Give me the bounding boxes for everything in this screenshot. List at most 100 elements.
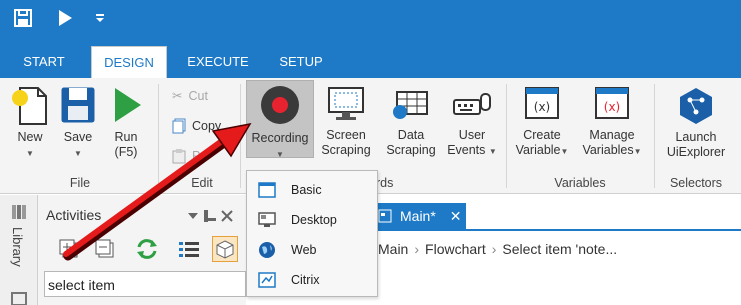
user-events-button[interactable]: User Events ▼	[444, 84, 500, 159]
tab-main-label: Main*	[400, 208, 436, 224]
workflow-icon	[378, 209, 392, 223]
save-label: Save	[63, 130, 93, 144]
monitor-icon	[328, 87, 364, 120]
paste-button[interactable]: Pa	[172, 148, 207, 164]
recording-button[interactable]: Recording ▼	[246, 80, 314, 159]
selectors-group-label: Selectors	[669, 176, 723, 190]
citrix-label: Citrix	[291, 273, 320, 287]
library-tab[interactable]: Library	[10, 227, 25, 267]
tab-main[interactable]: Main* ✕	[378, 203, 466, 229]
ribbon-separator	[654, 84, 655, 188]
save-disk-icon	[61, 87, 95, 123]
close-tab-icon[interactable]: ✕	[450, 208, 462, 225]
basic-label: Basic	[291, 183, 322, 197]
screen-scraping-label-2: Scraping	[321, 143, 371, 157]
save-button[interactable]: Save ▼	[58, 84, 98, 161]
refresh-icon[interactable]	[134, 236, 160, 262]
web-label: Web	[291, 243, 317, 257]
breadcrumb-chevron-icon: ›	[414, 241, 420, 257]
edit-group-label: Edit	[191, 176, 213, 190]
list-view-icon[interactable]	[176, 236, 202, 262]
create-variable-button[interactable]: (x) Create Variable▼	[512, 84, 572, 159]
screen-scraping-label-1: Screen	[326, 128, 366, 142]
new-file-icon	[12, 87, 47, 125]
paste-label: Pa	[192, 149, 208, 163]
file-group-label: File	[69, 176, 91, 190]
recording-dropdown-caret: ▼	[276, 150, 284, 159]
recording-option-web[interactable]: Web	[247, 235, 377, 265]
cut-button[interactable]: ✂ Cut	[172, 88, 208, 104]
create-variable-label-1: Create	[523, 128, 561, 142]
data-scraping-label-2: Scraping	[386, 143, 436, 157]
variables-group-label: Variables	[554, 176, 606, 190]
designer-area: Main* ✕ Main › Flowchart › Select item 'note…	[378, 195, 741, 305]
project-icon[interactable]	[10, 291, 28, 305]
recording-option-desktop[interactable]: Desktop	[247, 205, 377, 235]
save-dropdown-caret: ▼	[74, 149, 82, 158]
left-side-strip: Library	[0, 195, 38, 305]
desktop-label: Desktop	[291, 213, 337, 227]
tab-start[interactable]: START	[10, 46, 78, 78]
panel-controls	[186, 209, 234, 223]
launch-uiexplorer-button[interactable]: Launch UiExplorer	[662, 86, 730, 160]
record-icon	[261, 86, 299, 124]
recording-option-basic[interactable]: Basic	[247, 175, 377, 205]
customize-toolbar-icon[interactable]	[90, 0, 110, 36]
ribbon-separator	[240, 84, 241, 188]
expand-all-icon[interactable]	[56, 236, 82, 262]
tab-design[interactable]: DESIGN	[91, 46, 167, 78]
svg-text:(x): (x)	[604, 100, 620, 114]
tab-execute[interactable]: EXECUTE	[178, 46, 258, 78]
manage-variables-icon: (x)	[595, 87, 629, 119]
breadcrumb: Main › Flowchart › Select item 'note...	[378, 241, 617, 257]
uiexplorer-icon	[680, 88, 712, 124]
save-icon[interactable]	[10, 0, 36, 36]
recording-option-citrix[interactable]: Citrix	[247, 265, 377, 295]
run-label: Run	[114, 130, 138, 144]
ribbon-separator	[158, 84, 159, 188]
activities-title: Activities	[46, 207, 102, 223]
launch-uiexplorer-label-2: UiExplorer	[666, 145, 726, 159]
collapse-all-icon[interactable]	[92, 236, 118, 262]
user-events-label-1: User	[458, 128, 486, 142]
tab-underline	[378, 229, 741, 231]
new-label: New	[17, 130, 43, 144]
basic-window-icon	[257, 180, 277, 200]
manage-variables-label-2: Variables▼	[582, 143, 642, 157]
globe-icon	[257, 240, 277, 260]
scissors-icon: ✂	[172, 89, 183, 103]
library-icon[interactable]	[10, 203, 28, 221]
svg-text:(x): (x)	[534, 100, 550, 114]
copy-label: Copy	[192, 119, 222, 133]
new-dropdown-caret: ▼	[26, 149, 34, 158]
run-button[interactable]: Run (F5)	[106, 84, 146, 160]
breadcrumb-item[interactable]: Select item 'note...	[502, 241, 617, 257]
keyboard-mouse-icon	[453, 93, 491, 115]
breadcrumb-item[interactable]: Flowchart	[425, 241, 486, 257]
ribbon-separator	[506, 84, 507, 188]
activities-search-input[interactable]: select item	[44, 271, 246, 297]
run-shortcut: (F5)	[114, 145, 138, 159]
launch-uiexplorer-label-1: Launch	[675, 130, 717, 144]
manage-variables-label-1: Manage	[589, 128, 635, 142]
user-events-label-2: Events ▼	[447, 143, 497, 157]
tab-setup[interactable]: SETUP	[268, 46, 334, 78]
wizards-group-label: rds	[376, 176, 394, 190]
copy-button[interactable]: Copy	[172, 118, 221, 134]
screen-scraping-button[interactable]: Screen Scraping	[320, 84, 372, 158]
new-button[interactable]: New ▼	[8, 84, 52, 161]
create-variable-label-2: Variable▼	[515, 143, 569, 157]
breadcrumb-chevron-icon: ›	[491, 241, 497, 257]
cut-label: Cut	[188, 88, 208, 103]
breadcrumb-item[interactable]: Main	[378, 241, 408, 257]
run-icon[interactable]	[52, 0, 78, 36]
recording-dropdown-menu: Basic Desktop Web Citrix	[246, 170, 378, 297]
data-scraping-label-1: Data	[397, 128, 425, 142]
create-variable-icon: (x)	[525, 87, 559, 119]
data-table-icon	[393, 91, 428, 119]
packages-icon[interactable]	[212, 236, 238, 262]
citrix-icon	[257, 270, 277, 290]
manage-variables-button[interactable]: (x) Manage Variables▼	[578, 84, 646, 159]
data-scraping-button[interactable]: Data Scraping	[384, 84, 438, 158]
ribbon-tab-bar: START DESIGN EXECUTE SETUP	[0, 36, 741, 78]
